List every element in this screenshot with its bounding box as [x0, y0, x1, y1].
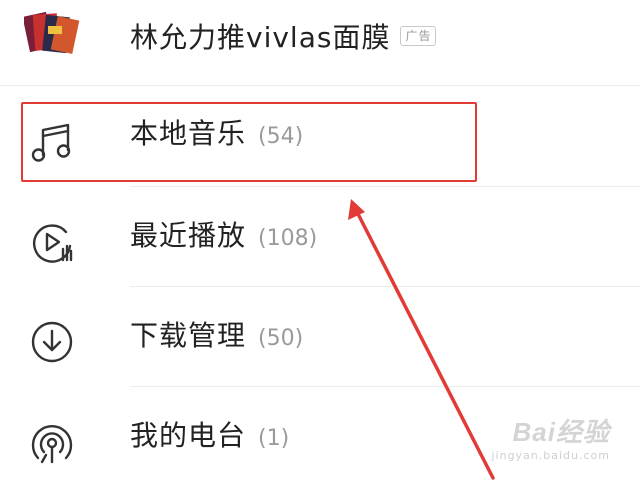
watermark: Bai经验 jingyan.baidu.com: [491, 412, 610, 462]
menu-item-recent-play[interactable]: 最近播放 (108): [0, 190, 640, 290]
menu-item-count: (108): [258, 226, 318, 251]
divider: [0, 85, 640, 86]
divider: [130, 386, 640, 387]
watermark-url: jingyan.baidu.com: [491, 449, 610, 462]
menu-item-title: 我的电台: [130, 419, 247, 452]
ad-badge: 广告: [400, 26, 437, 46]
radio-station-icon: [31, 425, 73, 464]
divider: [130, 186, 640, 187]
music-note-icon: [31, 123, 71, 162]
menu-item-title: 本地音乐: [130, 117, 247, 150]
ad-product-thumbnail: [24, 11, 80, 54]
watermark-logo: Bai经验: [512, 417, 610, 447]
ad-title: 林允力推vivlas面膜 广告: [130, 18, 437, 58]
menu-item-label: 下载管理 (50): [130, 316, 303, 359]
menu-item-local-music[interactable]: 本地音乐 (54): [0, 90, 640, 190]
recent-play-icon: [33, 224, 73, 263]
menu-item-count: (1): [258, 426, 290, 451]
download-icon: [31, 321, 73, 363]
ad-title-text: 林允力推vivlas面膜: [130, 21, 391, 54]
menu-item-label: 我的电台 (1): [130, 416, 289, 459]
menu-item-title: 最近播放: [130, 219, 247, 252]
menu-item-download[interactable]: 下载管理 (50): [0, 290, 640, 390]
music-library-page: 林允力推vivlas面膜 广告 本地音乐 (54) 最近播放 (108) 下载管…: [0, 0, 640, 480]
menu-item-label: 最近播放 (108): [130, 216, 317, 259]
menu-item-label: 本地音乐 (54): [130, 114, 303, 157]
menu-item-count: (50): [258, 326, 304, 351]
divider: [130, 286, 640, 287]
menu-item-title: 下载管理: [130, 319, 247, 352]
menu-item-count: (54): [258, 124, 304, 149]
